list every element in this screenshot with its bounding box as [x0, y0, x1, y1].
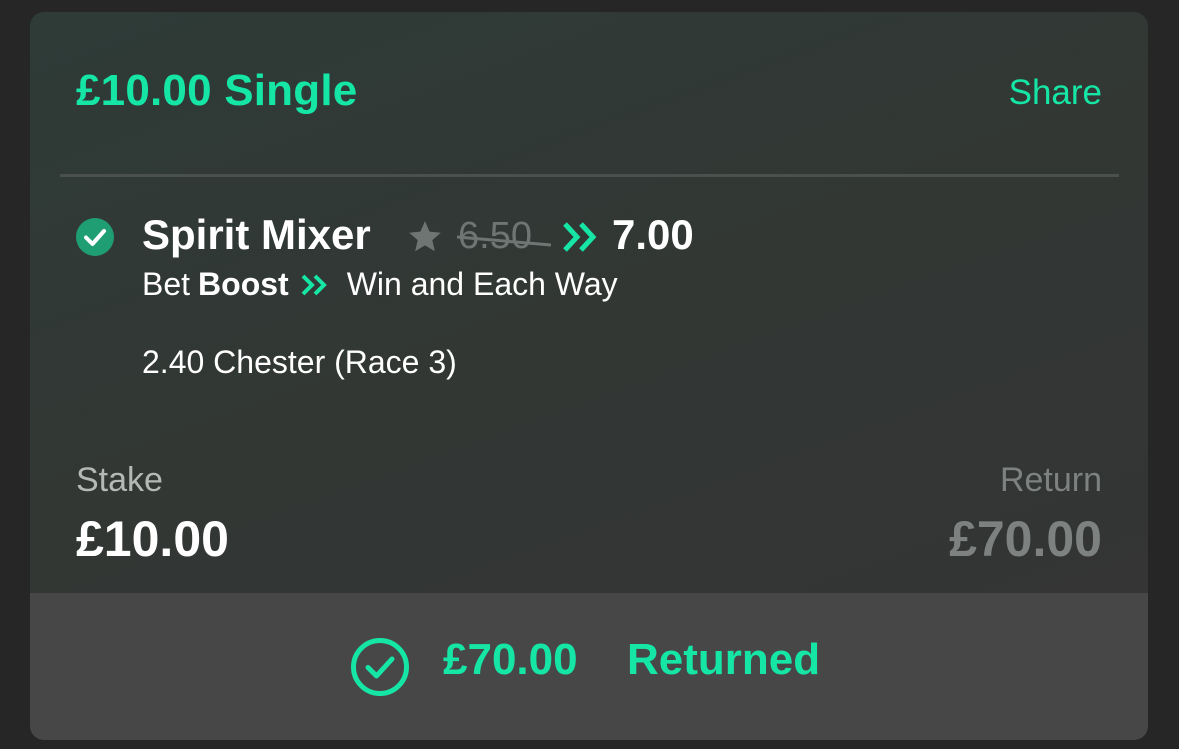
star-icon — [409, 221, 441, 252]
bet-title: £10.00 Single — [76, 66, 358, 115]
bet-card: £10.00 Single Share Spirit Mixer 6.50 7.… — [30, 12, 1148, 740]
boost-prefix: Bet — [142, 266, 191, 302]
check-circle-outline-icon — [351, 638, 409, 696]
return-label: Return — [999, 461, 1102, 499]
returned-status-bar: £70.00 Returned — [30, 593, 1148, 740]
share-button[interactable]: Share — [1009, 73, 1102, 113]
bet-boost-line: Bet Boost Win and Each Way — [142, 266, 618, 303]
header-divider — [60, 174, 1119, 177]
selection-name: Spirit Mixer — [142, 211, 371, 258]
double-chevron-right-icon — [563, 222, 597, 252]
returned-amount: £70.00 — [443, 635, 578, 684]
boosted-odds: 7.00 — [612, 211, 694, 258]
strikethrough-line — [457, 235, 551, 247]
market-name: Win and Each Way — [346, 266, 618, 302]
event-name: 2.40 Chester (Race 3) — [142, 344, 457, 380]
bet-header: £10.00 Single Share — [30, 12, 1148, 175]
boost-word: Boost — [198, 266, 289, 302]
check-circle-icon — [76, 218, 114, 256]
stake-label: Stake — [76, 461, 163, 499]
returned-label: Returned — [627, 635, 821, 684]
double-chevron-right-icon — [301, 274, 327, 295]
stake-value: £10.00 — [76, 511, 229, 567]
return-value: £70.00 — [949, 511, 1102, 567]
